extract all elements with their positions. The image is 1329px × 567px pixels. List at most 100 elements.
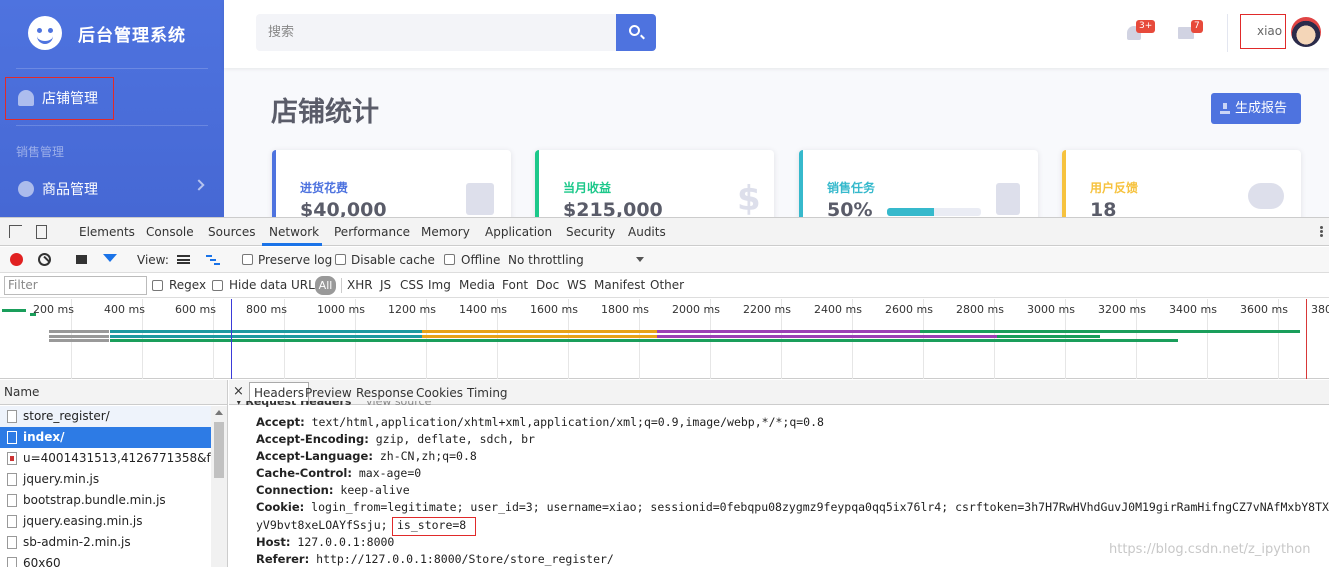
comments-icon [1248,183,1284,209]
timeline-request-bar [49,335,109,338]
header-key: Referer: [256,552,310,566]
preserve-log-checkbox[interactable] [242,254,253,265]
filter-type-doc[interactable]: Doc [536,278,559,292]
disable-cache-checkbox[interactable] [335,254,346,265]
report-button-label: 生成报告 [1235,101,1288,116]
request-header-line: Host: 127.0.0.1:8000 [256,535,394,549]
document-icon [7,557,17,567]
timeline-tick-label: 800 ms [246,303,287,316]
user-name[interactable]: xiao [1257,24,1282,38]
tab-cookies[interactable]: Cookies [416,386,463,400]
brand[interactable]: 后台管理系统 [28,16,186,50]
request-headers-section[interactable]: ▾ Request Headers [236,401,351,409]
preserve-log-label: Preserve log [258,253,333,267]
request-row[interactable]: jquery.easing.min.js [0,511,211,532]
filter-type-css[interactable]: CSS [400,278,424,292]
request-name: 60x60 [23,556,61,567]
tab-timing[interactable]: Timing [467,386,508,400]
request-detail: × Headers Preview Response Cookies Timin… [229,380,1329,567]
network-overview-timeline[interactable]: 200 ms 400 ms 600 ms 800 ms 1000 ms 1200 ms 14… [0,299,1329,379]
request-row[interactable]: store_register/ [0,406,211,427]
request-row[interactable]: sb-admin-2.min.js [0,532,211,553]
header-value: keep-alive [340,483,410,497]
request-row[interactable]: u=4001431513,4126771358&fm=26& [0,448,211,469]
tab-network[interactable]: Network [269,225,319,239]
sidebar-divider [16,68,208,69]
scroll-up-icon[interactable] [215,410,223,415]
tab-performance[interactable]: Performance [334,225,410,239]
request-row[interactable]: index/ [0,427,211,448]
messages-badge: 7 [1191,20,1203,33]
tab-sources[interactable]: Sources [208,225,255,239]
sidebar-item-products[interactable]: 商品管理 [18,179,98,199]
offline-checkbox[interactable] [444,254,455,265]
header-key: Cache-Control: [256,466,352,480]
more-options-icon[interactable] [1320,226,1323,229]
generate-report-button[interactable]: 生成报告 [1211,93,1301,124]
timeline-tick-label: 3000 ms [1027,303,1075,316]
request-header-line: Accept-Encoding: gzip, deflate, sdch, br [256,432,535,446]
request-name: jquery.easing.min.js [23,514,143,528]
filter-icon[interactable] [103,254,117,262]
filter-type-other[interactable]: Other [650,278,684,292]
device-toolbar-icon[interactable] [36,225,47,239]
sidebar-item-label: 商品管理 [42,182,98,198]
scrollbar-thumb[interactable] [214,422,224,478]
clear-icon[interactable] [38,253,51,266]
filter-type-img[interactable]: Img [428,278,451,292]
tab-console[interactable]: Console [146,225,194,239]
request-row[interactable]: jquery.min.js [0,469,211,490]
timeline-request-bar [1100,339,1178,342]
tab-response[interactable]: Response [356,386,414,400]
smile-logo-icon [28,16,62,50]
filter-type-js[interactable]: JS [380,278,391,292]
tab-preview[interactable]: Preview [305,386,352,400]
record-icon[interactable] [10,253,23,266]
timeline-tick-label: 3800 [1311,303,1329,316]
regex-checkbox[interactable] [152,280,163,291]
request-row[interactable]: 60x60 [0,553,211,567]
throttling-select[interactable]: No throttling [508,253,584,267]
waterfall-view-icon[interactable] [206,255,220,265]
tab-audits[interactable]: Audits [628,225,666,239]
filter-input[interactable]: Filter [4,276,147,295]
tab-security[interactable]: Security [566,225,615,239]
timeline-tick-label: 2800 ms [956,303,1004,316]
request-name: store_register/ [23,409,110,423]
list-view-icon[interactable] [177,255,190,264]
stat-card-cost: 进货花费 $40,000 [272,150,511,217]
inspect-element-icon[interactable] [9,225,22,238]
close-icon[interactable]: × [233,384,244,399]
topbar-divider [1227,14,1228,52]
column-header-name[interactable]: Name [0,380,227,405]
capture-screenshots-icon[interactable] [76,255,87,264]
avatar[interactable] [1291,17,1321,47]
filter-type-manifest[interactable]: Manifest [594,278,645,292]
regex-label: Regex [169,278,207,292]
timeline-request-bar [997,335,1100,338]
timeline-tick-label: 2600 ms [885,303,933,316]
tab-elements[interactable]: Elements [79,225,135,239]
download-icon [1220,103,1230,114]
timeline-tick-label: 1000 ms [317,303,365,316]
filter-type-font[interactable]: Font [502,278,528,292]
tab-memory[interactable]: Memory [421,225,470,239]
search-input[interactable]: 搜索 [256,14,616,51]
card-label: 进货花费 [300,181,349,195]
card-label: 当月收益 [563,181,612,195]
header-key: Accept-Encoding: [256,432,369,446]
clipboard-icon [996,183,1020,215]
search-button[interactable] [616,14,656,51]
hide-data-urls-checkbox[interactable] [212,280,223,291]
filter-type-ws[interactable]: WS [567,278,586,292]
admin-app: 后台管理系统 店铺管理 销售管理 商品管理 搜索 3+ 7 xiao 店铺统计 … [0,0,1329,217]
timeline-tick-label: 2400 ms [814,303,862,316]
timeline-tick-label: 400 ms [104,303,145,316]
view-source-link[interactable]: view source [366,401,431,409]
tab-application[interactable]: Application [485,225,552,239]
filter-type-xhr[interactable]: XHR [347,278,373,292]
request-name: jquery.min.js [23,472,100,486]
filter-type-media[interactable]: Media [459,278,495,292]
filter-type-all[interactable]: All [315,276,336,295]
request-row[interactable]: bootstrap.bundle.min.js [0,490,211,511]
